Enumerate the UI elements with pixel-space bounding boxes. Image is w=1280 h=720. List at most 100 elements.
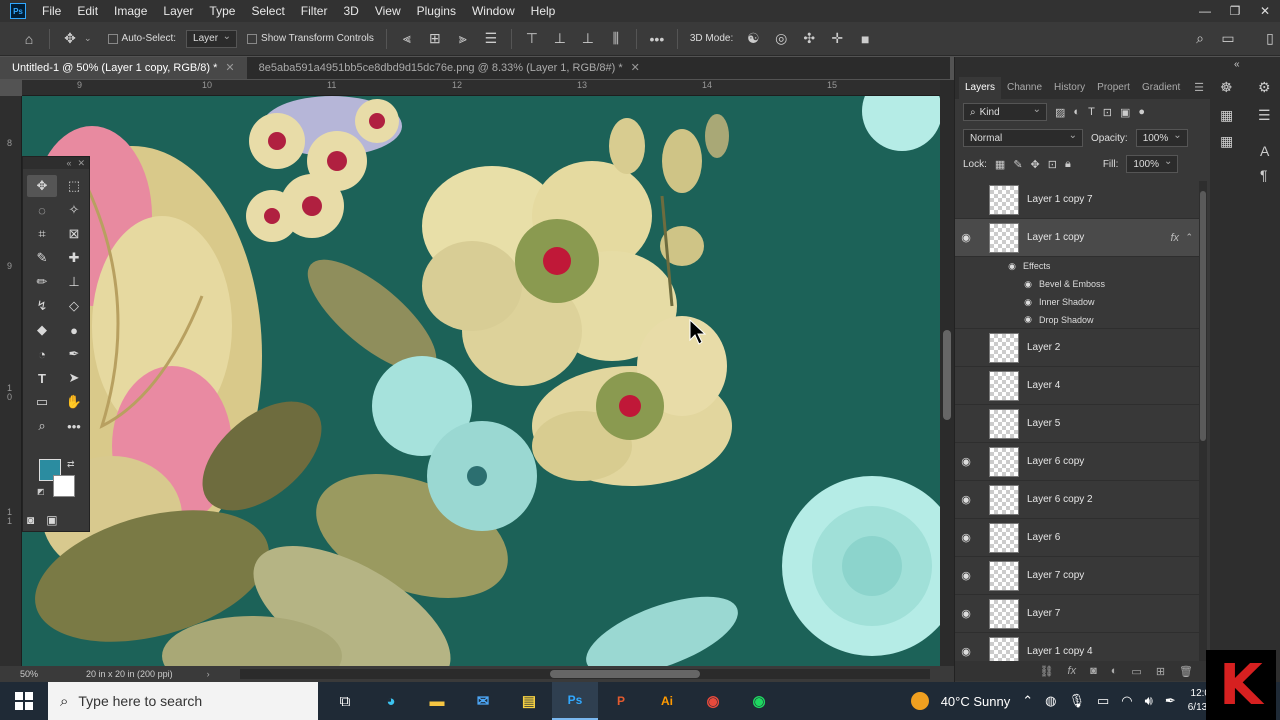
menu-edit[interactable]: Edit — [69, 0, 106, 22]
visibility-toggle[interactable]: ● — [955, 194, 977, 206]
stamp-tool-icon[interactable]: ⊥ — [59, 271, 89, 293]
paragraph-icon[interactable]: ¶ — [1260, 167, 1268, 183]
tab-channels[interactable]: Channe — [1001, 77, 1048, 99]
mail-icon[interactable]: ✉ — [460, 682, 506, 720]
adjustment-layer-icon[interactable]: ◐ — [1111, 665, 1118, 677]
effect-item[interactable]: ◉ Drop Shadow — [955, 311, 1199, 329]
layer-row[interactable]: ◉ Layer 6 copy — [955, 443, 1199, 481]
wifi-icon[interactable]: ◠ — [1121, 693, 1132, 709]
3d-roll-icon[interactable]: ◎ — [770, 28, 792, 50]
collapse-icon[interactable]: « — [66, 158, 71, 168]
3d-scale-icon[interactable]: ■ — [854, 28, 876, 50]
menu-view[interactable]: View — [367, 0, 409, 22]
rectangle-tool-icon[interactable]: ▭ — [27, 391, 57, 413]
file-explorer-icon[interactable]: ▬ — [414, 682, 460, 720]
status-arrow-icon[interactable]: › — [207, 669, 210, 679]
trash-icon[interactable]: 🗑︎ — [1179, 665, 1193, 678]
pen-tool-icon[interactable]: ✒ — [59, 343, 89, 365]
libraries-icon[interactable]: ▦ — [1220, 107, 1233, 124]
filter-type-icon[interactable]: T — [1088, 106, 1095, 118]
layer-row[interactable]: ● Layer 5 — [955, 405, 1199, 443]
checkbox-box[interactable] — [247, 33, 258, 44]
layer-row[interactable]: ◉ Layer 1 copy 4 — [955, 633, 1199, 661]
zoom-level[interactable]: 50% — [20, 669, 38, 679]
dodge-tool-icon[interactable]: ● — [59, 319, 89, 341]
move-tool-icon[interactable]: ✥ — [27, 175, 57, 197]
illustrator-icon[interactable]: Ai — [644, 682, 690, 720]
lock-transparent-icon[interactable]: ▦ — [995, 158, 1005, 171]
swatches-icon[interactable]: ▦ — [1220, 133, 1233, 150]
align-center-icon[interactable]: ⊞ — [424, 28, 446, 50]
menu-filter[interactable]: Filter — [293, 0, 336, 22]
paint-bucket-icon[interactable]: ◆ — [27, 319, 57, 341]
crop-tool-icon[interactable]: ⌗ — [27, 223, 57, 245]
add-mask-icon[interactable]: ◙ — [1090, 665, 1097, 677]
menu-plugins[interactable]: Plugins — [409, 0, 464, 22]
align-top-icon[interactable]: ⊤ — [521, 28, 543, 50]
eyedropper-icon[interactable]: ✎ — [27, 247, 57, 269]
marquee-tool-icon[interactable]: ⬚ — [59, 175, 89, 197]
filter-smart-object-icon[interactable]: ▣ — [1120, 106, 1130, 119]
chevron-up-icon[interactable]: ⌃ — [1022, 693, 1033, 709]
layer-row[interactable]: ◉ Layer 6 copy 2 — [955, 481, 1199, 519]
minimize-icon[interactable]: — — [1190, 0, 1220, 22]
eye-icon[interactable]: ◉ — [1017, 314, 1039, 325]
tab-untitled-1[interactable]: Untitled-1 @ 50% (Layer 1 copy, RGB/8) *… — [0, 57, 247, 79]
horizontal-scrollbar[interactable] — [240, 669, 930, 679]
more-tools-icon[interactable]: ••• — [59, 415, 89, 437]
menu-type[interactable]: Type — [201, 0, 243, 22]
panel-menu-icon[interactable]: ☰ — [1194, 81, 1204, 94]
microphone-icon[interactable]: 🎙︎ — [1068, 693, 1085, 709]
menu-window[interactable]: Window — [464, 0, 523, 22]
effect-item[interactable]: ◉ Inner Shadow — [955, 293, 1199, 311]
magic-wand-icon[interactable]: ✧ — [59, 199, 89, 221]
filter-kind-dropdown[interactable]: ⌕ Kind — [963, 103, 1047, 121]
default-colors-icon[interactable]: ◩ — [37, 487, 45, 496]
checkbox-box[interactable] — [107, 33, 118, 44]
3d-slide-icon[interactable]: ✛ — [826, 28, 848, 50]
hand-tool-icon[interactable]: ✋ — [59, 391, 89, 413]
eye-icon[interactable]: ◉ — [955, 455, 977, 468]
background-color-swatch[interactable] — [53, 475, 75, 497]
share-icon[interactable]: ▯ — [1259, 28, 1280, 50]
eye-icon[interactable]: ◉ — [955, 531, 977, 544]
restore-icon[interactable]: ❐ — [1220, 0, 1250, 22]
menu-help[interactable]: Help — [523, 0, 564, 22]
frame-tool-icon[interactable]: ⊠ — [59, 223, 89, 245]
edge-icon[interactable]: ◕ — [368, 682, 414, 720]
3d-orbit-icon[interactable]: ☯ — [742, 28, 764, 50]
visibility-toggle[interactable]: ● — [955, 380, 977, 392]
close-icon[interactable]: ✕ — [1250, 0, 1280, 22]
weather-text[interactable]: 40°C Sunny — [941, 694, 1011, 709]
layers-scrollbar[interactable] — [1199, 181, 1207, 661]
eye-icon[interactable]: ◉ — [955, 493, 977, 506]
eye-icon[interactable]: ◉ — [955, 569, 977, 582]
lock-image-icon[interactable]: ✎ — [1013, 158, 1022, 171]
tab-history[interactable]: History — [1048, 77, 1091, 99]
auto-select-dropdown[interactable]: Layer — [186, 29, 238, 48]
blur-tool-icon[interactable]: ◔ — [27, 343, 57, 365]
scroll-thumb[interactable] — [943, 330, 951, 420]
filter-adjustment-icon[interactable]: ◐ — [1073, 106, 1080, 118]
tab-png-file[interactable]: 8e5aba591a4951bb5ce8dbd9d15dc76e.png @ 8… — [247, 57, 652, 79]
eye-icon[interactable]: ◉ — [1017, 279, 1039, 290]
layer-row[interactable]: ◉ Layer 1 copy fx ⌃ — [955, 219, 1199, 257]
lasso-tool-icon[interactable]: ◌ — [27, 199, 57, 221]
powerpoint-icon[interactable]: P — [598, 682, 644, 720]
filter-pixel-icon[interactable]: ▨ — [1055, 106, 1065, 119]
fill-input[interactable]: 100% — [1126, 155, 1179, 173]
menu-file[interactable]: File — [34, 0, 69, 22]
lock-all-icon[interactable]: 🔒︎ — [1065, 158, 1071, 171]
zoom-tool-icon[interactable]: ⌕ — [27, 415, 57, 437]
menu-layer[interactable]: Layer — [155, 0, 201, 22]
layer-row[interactable]: ● Layer 2 — [955, 329, 1199, 367]
visibility-toggle[interactable]: ● — [955, 418, 977, 430]
new-group-icon[interactable]: ▭ — [1131, 665, 1141, 678]
lock-position-icon[interactable]: ✥ — [1031, 158, 1040, 171]
auto-select-checkbox[interactable]: Auto-Select: — [107, 33, 176, 44]
fx-icon[interactable]: fx — [1170, 232, 1179, 244]
search-icon[interactable]: ⌕ — [1189, 28, 1211, 50]
blend-mode-dropdown[interactable]: Normal — [963, 129, 1083, 147]
chevron-up-icon[interactable]: ⌃ — [1185, 232, 1193, 243]
align-right-icon[interactable]: ⫸ — [452, 28, 474, 50]
